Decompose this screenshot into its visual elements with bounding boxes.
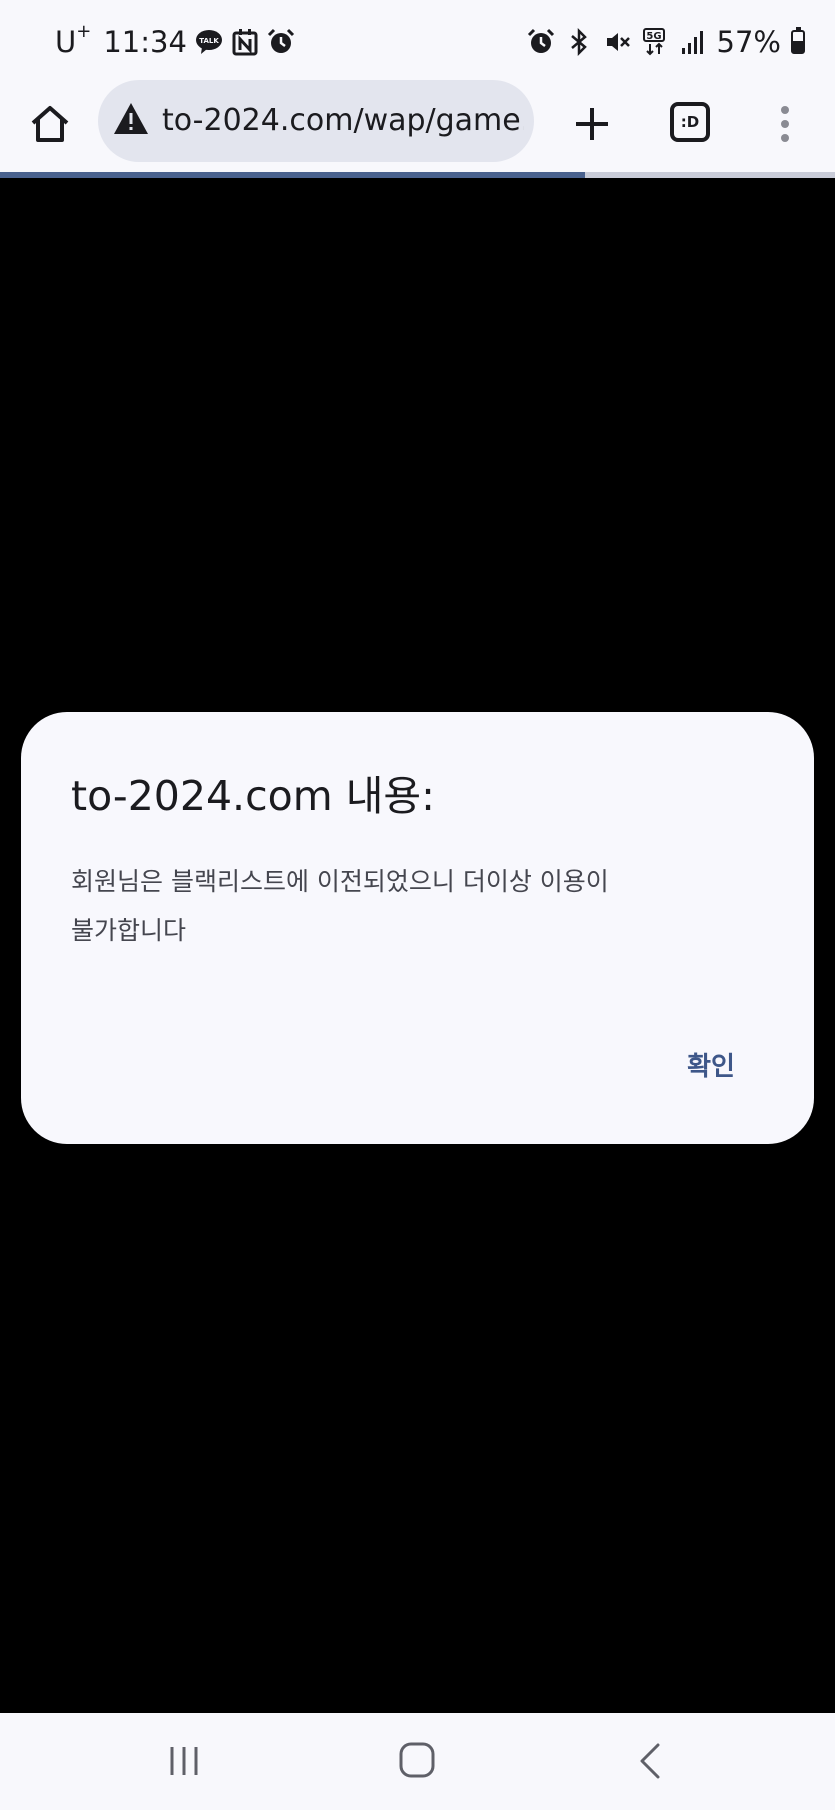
page-load-progress: [0, 172, 835, 178]
bluetooth-icon: [570, 28, 587, 56]
carrier-label: U+: [55, 21, 92, 59]
new-tab-button[interactable]: [566, 98, 618, 150]
naver-calendar-icon: [232, 29, 258, 56]
tab-switcher-button[interactable]: :D: [670, 102, 710, 142]
svg-text:TALK: TALK: [199, 37, 219, 45]
not-secure-warning-icon[interactable]: [112, 100, 150, 138]
home-icon[interactable]: [398, 1741, 436, 1779]
clock: 11:34: [103, 25, 187, 59]
back-icon[interactable]: [636, 1741, 664, 1781]
dialog-message-line: 불가합니다: [71, 916, 187, 945]
plus-icon: [576, 108, 608, 140]
battery-icon: [791, 27, 805, 54]
page-load-progress-fill: [0, 172, 585, 178]
browser-menu-button[interactable]: [770, 98, 800, 150]
address-bar[interactable]: to-2024.com/wap/game.: [98, 80, 534, 162]
home-icon: [31, 106, 69, 142]
url-text[interactable]: to-2024.com/wap/game.: [162, 101, 524, 141]
browser-toolbar: to-2024.com/wap/game. :D: [0, 78, 835, 174]
dialog-message: 회원님은 블랙리스트에 이전되었으니 더이상 이용이 불가합니다: [71, 857, 691, 955]
dialog-message-line: 회원님은 블랙리스트에 이전되었으니 더이상 이용이: [71, 867, 609, 896]
alarm-icon: [267, 28, 294, 53]
battery-fill: [793, 40, 803, 52]
svg-text:5G: 5G: [646, 31, 661, 42]
5g-icon: 5G: [642, 28, 665, 56]
alert-dialog: to-2024.com 내용: 회원님은 블랙리스트에 이전되었으니 더이상 이…: [21, 712, 814, 1144]
status-right: 5G 57%: [527, 22, 805, 62]
alarm-icon: [527, 28, 554, 53]
more-vert-icon: [781, 106, 789, 142]
signal-icon: [681, 31, 703, 54]
battery-percent: 57%: [716, 25, 781, 59]
status-left: U+ 11:34 TALK: [55, 21, 295, 62]
recents-icon[interactable]: [164, 1743, 204, 1779]
mute-icon: [606, 33, 630, 51]
system-nav-bar: [0, 1713, 835, 1810]
status-bar: U+ 11:34 TALK 5G 57%: [0, 0, 835, 78]
kakaotalk-icon: TALK: [195, 30, 222, 54]
ok-button[interactable]: 확인: [661, 1037, 761, 1097]
dialog-title: to-2024.com 내용:: [71, 772, 435, 820]
home-button[interactable]: [24, 98, 76, 150]
